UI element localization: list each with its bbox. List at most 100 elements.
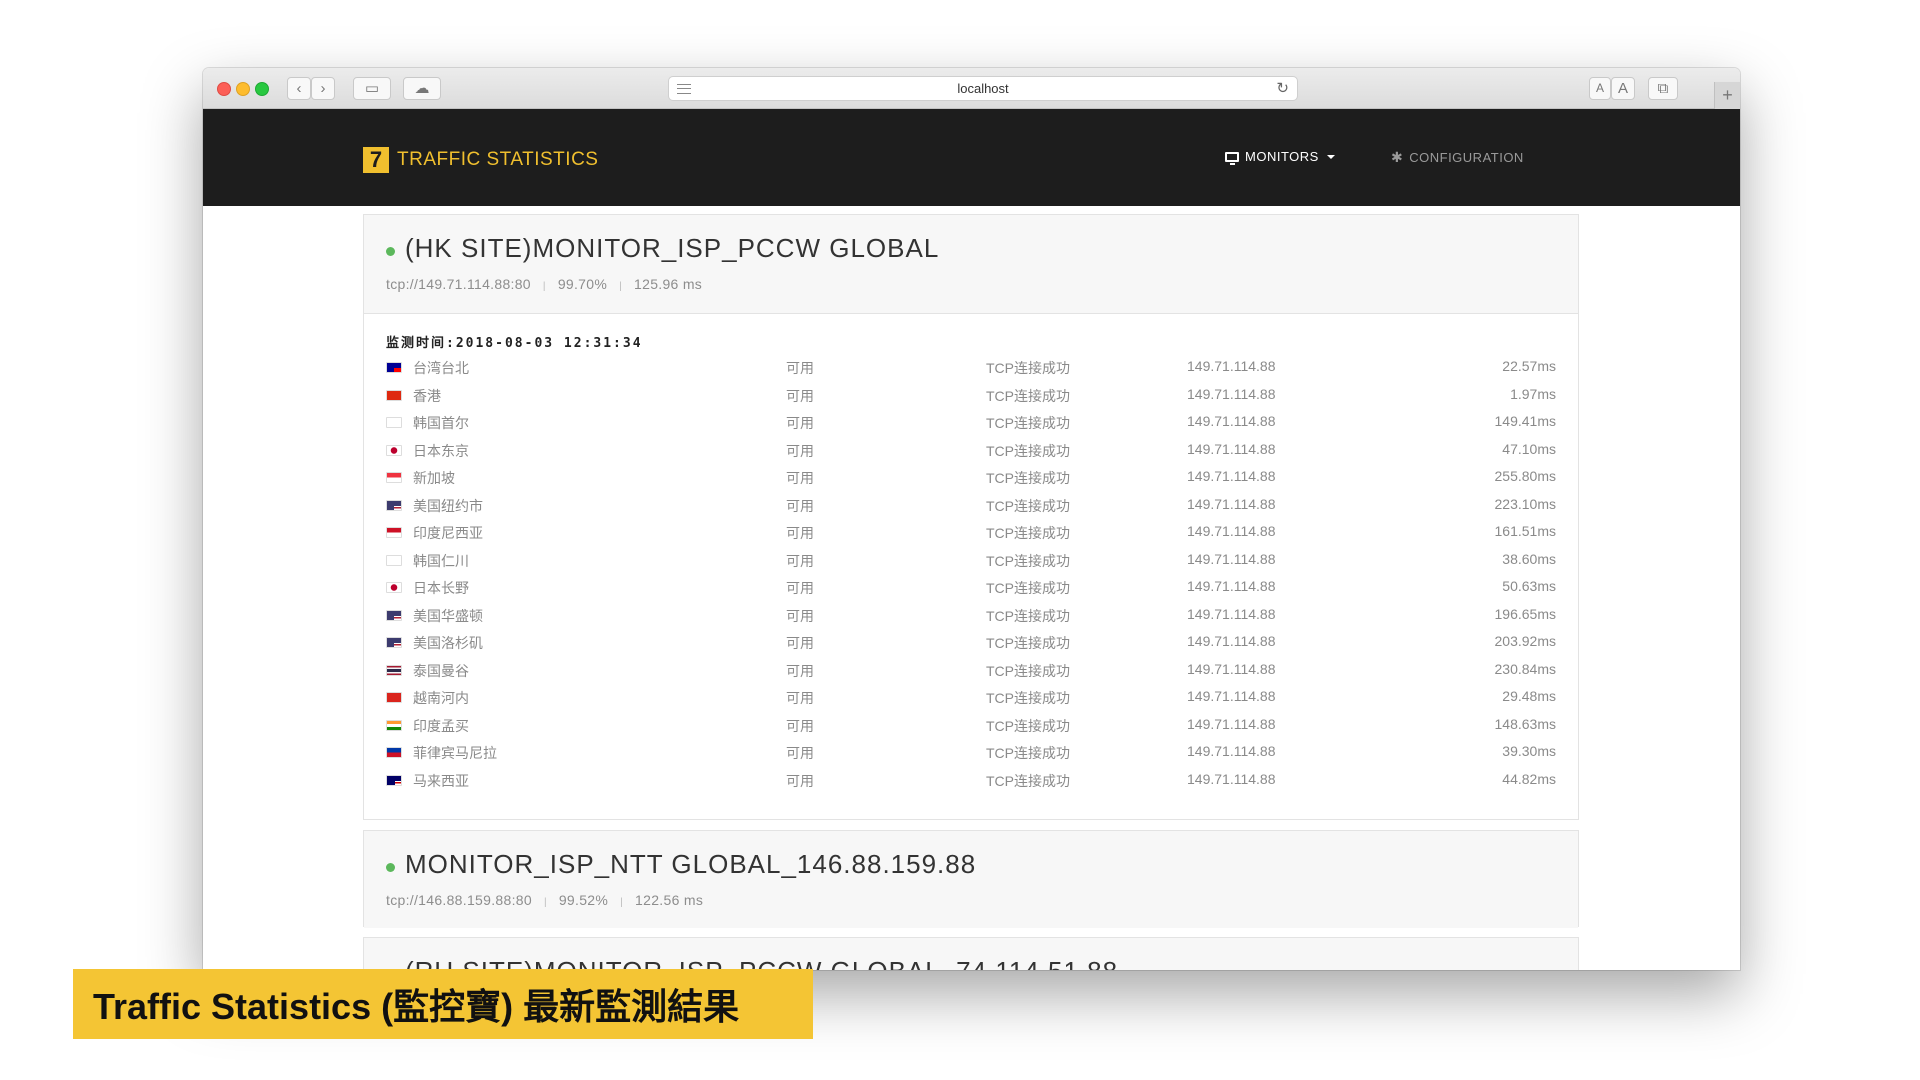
location-cell: 美国纽约市 — [413, 497, 483, 514]
caption-banner: Traffic Statistics (監控寶) 最新監測結果 — [73, 969, 813, 1039]
usa-flag-icon — [386, 637, 402, 648]
location-cell: 越南河内 — [413, 690, 469, 706]
browser-toolbar: ‹ › ▭ ☁ localhost ↻ A A ⧉ + — [203, 68, 1740, 109]
table-row: 美国纽约市 可用 TCP连接成功 149.71.114.88 223.10ms — [386, 491, 1556, 519]
site-navbar: 7 TRAFFIC STATISTICS MONITORS ✱ CONFIGUR… — [203, 109, 1740, 206]
philippines-flag-icon — [386, 747, 402, 758]
configuration-label: CONFIGURATION — [1409, 150, 1524, 165]
monitor-panel-header[interactable]: (RU SITE)MONITOR_ISP_PCCW GLOBAL_74.114.… — [364, 938, 1578, 970]
location-cell: 印度孟买 — [413, 717, 469, 734]
text-larger-button[interactable]: A — [1611, 77, 1635, 100]
ip-cell: 149.71.114.88 — [1187, 660, 1276, 677]
latency-cell: 149.41ms — [1494, 413, 1556, 429]
monitor-panel-header[interactable]: (HK SITE)MONITOR_ISP_PCCW GLOBAL tcp://1… — [364, 215, 1578, 314]
status-cell: TCP连接成功 — [986, 607, 1070, 624]
caret-down-icon — [1326, 154, 1335, 159]
status-cell: TCP连接成功 — [986, 745, 1070, 761]
vietnam-flag-icon — [386, 692, 402, 703]
brand-link[interactable]: 7 TRAFFIC STATISTICS — [363, 147, 598, 173]
ip-cell: 149.71.114.88 — [1187, 605, 1276, 622]
icloud-tabs-button[interactable]: ☁ — [403, 77, 441, 100]
location-cell: 美国华盛顿 — [413, 607, 483, 624]
availability-cell: 可用 — [786, 662, 814, 679]
availability-cell: 可用 — [786, 360, 814, 376]
usa-flag-icon — [386, 499, 402, 511]
browser-window: ‹ › ▭ ☁ localhost ↻ A A ⧉ + 7 TRAFFIC ST… — [203, 68, 1740, 970]
plus-icon: + — [1722, 85, 1733, 105]
reload-icon[interactable]: ↻ — [1276, 79, 1289, 97]
location-cell: 日本东京 — [413, 442, 469, 459]
monitor-panel-header[interactable]: MONITOR_ISP_NTT GLOBAL_146.88.159.88 tcp… — [364, 831, 1578, 928]
availability-cell: 可用 — [786, 717, 814, 734]
ip-cell: 149.71.114.88 — [1187, 385, 1276, 402]
table-row: 台湾台北 可用 TCP连接成功 149.71.114.88 22.57ms — [386, 353, 1556, 381]
availability-cell: 可用 — [786, 470, 814, 486]
location-cell: 马来西亚 — [413, 772, 469, 789]
monitor-meta: tcp://149.71.114.88:80 | 99.70% | 125.96 ms — [386, 276, 1556, 292]
monitor-panel-ru-pccw: (RU SITE)MONITOR_ISP_PCCW GLOBAL_74.114.… — [363, 937, 1579, 970]
latency-cell: 255.80ms — [1494, 468, 1556, 484]
sidebar-button[interactable]: ▭ — [353, 77, 391, 100]
tab-overview-button[interactable]: ⧉ — [1648, 77, 1678, 100]
ip-cell: 149.71.114.88 — [1187, 440, 1276, 457]
new-tab-button[interactable]: + — [1714, 82, 1740, 109]
location-cell: 菲律宾马尼拉 — [413, 745, 497, 761]
text-smaller-button[interactable]: A — [1589, 77, 1611, 100]
korea-flag-icon — [386, 417, 402, 428]
status-cell: TCP连接成功 — [986, 772, 1070, 789]
monitor-panel-ntt: MONITOR_ISP_NTT GLOBAL_146.88.159.88 tcp… — [363, 830, 1579, 928]
table-row: 泰国曼谷 可用 TCP连接成功 149.71.114.88 230.84ms — [386, 656, 1556, 684]
ip-cell: 149.71.114.88 — [1187, 550, 1276, 567]
location-cell: 韩国首尔 — [413, 415, 469, 431]
availability-cell: 可用 — [786, 552, 814, 569]
table-row: 美国华盛顿 可用 TCP连接成功 149.71.114.88 196.65ms — [386, 601, 1556, 629]
monitor-latency: 125.96 ms — [634, 276, 703, 292]
location-cell: 美国洛杉矶 — [413, 635, 483, 651]
brand-name: TRAFFIC STATISTICS — [397, 149, 599, 170]
status-cell: TCP连接成功 — [986, 717, 1070, 734]
availability-cell: 可用 — [786, 690, 814, 706]
monitors-menu[interactable]: MONITORS — [1225, 149, 1335, 165]
back-button[interactable]: ‹ — [287, 77, 311, 100]
minimize-window-button[interactable] — [236, 82, 250, 96]
configuration-link[interactable]: ✱ CONFIGURATION — [1391, 149, 1524, 166]
availability-cell: 可用 — [786, 772, 814, 789]
latency-cell: 50.63ms — [1502, 578, 1556, 594]
location-cell: 印度尼西亚 — [413, 525, 483, 541]
ip-cell: 149.71.114.88 — [1187, 743, 1276, 759]
monitor-uptime: 99.70% — [557, 276, 608, 292]
latency-cell: 223.10ms — [1494, 495, 1556, 512]
table-row: 韩国仁川 可用 TCP连接成功 149.71.114.88 38.60ms — [386, 546, 1556, 574]
table-row: 美国洛杉矶 可用 TCP连接成功 149.71.114.88 203.92ms — [386, 628, 1556, 656]
monitor-latency: 122.56 ms — [635, 892, 704, 908]
status-cell: TCP连接成功 — [986, 580, 1070, 596]
monitor-timestamp: 监测时间:2018-08-03 12:31:34 — [386, 336, 643, 351]
availability-cell: 可用 — [786, 442, 814, 459]
latency-cell: 44.82ms — [1502, 770, 1556, 787]
availability-cell: 可用 — [786, 745, 814, 761]
monitor-title-row: (HK SITE)MONITOR_ISP_PCCW GLOBAL — [386, 233, 1556, 264]
close-window-button[interactable] — [217, 82, 231, 96]
table-row: 越南河内 可用 TCP连接成功 149.71.114.88 29.48ms — [386, 683, 1556, 711]
table-row: 新加坡 可用 TCP连接成功 149.71.114.88 255.80ms — [386, 463, 1556, 491]
location-cell: 台湾台北 — [413, 360, 469, 376]
url-text: localhost — [957, 81, 1009, 96]
taiwan-flag-icon — [386, 362, 402, 373]
chevron-right-icon: › — [320, 80, 326, 97]
status-cell: TCP连接成功 — [986, 360, 1070, 376]
latency-cell: 22.57ms — [1502, 358, 1556, 374]
status-cell: TCP连接成功 — [986, 415, 1070, 431]
status-dot-icon — [386, 863, 395, 872]
zoom-window-button[interactable] — [255, 82, 269, 96]
forward-button[interactable]: › — [311, 77, 335, 100]
ip-cell: 149.71.114.88 — [1187, 358, 1276, 374]
malaysia-flag-icon — [386, 774, 402, 786]
monitor-title-row: (RU SITE)MONITOR_ISP_PCCW GLOBAL_74.114.… — [386, 956, 1556, 970]
latency-cell: 196.65ms — [1494, 605, 1556, 622]
logo-icon: 7 — [363, 147, 389, 173]
monitor-meta: tcp://146.88.159.88:80 | 99.52% | 122.56 ms — [386, 892, 1556, 908]
address-bar[interactable]: localhost ↻ — [668, 76, 1298, 101]
monitor-title: (RU SITE)MONITOR_ISP_PCCW GLOBAL_74.114.… — [405, 956, 1118, 970]
ip-cell: 149.71.114.88 — [1187, 495, 1276, 512]
monitor-title: MONITOR_ISP_NTT GLOBAL_146.88.159.88 — [405, 849, 977, 879]
